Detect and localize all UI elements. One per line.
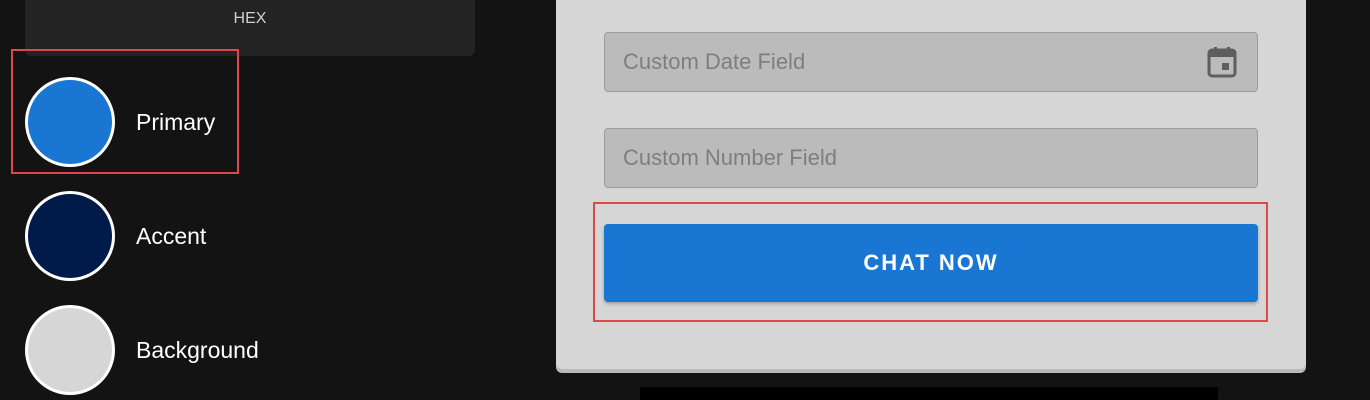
accent-color-swatch[interactable] xyxy=(25,191,115,281)
background-color-label: Background xyxy=(136,336,259,363)
hex-tab[interactable]: HEX xyxy=(25,0,475,56)
primary-highlight-box xyxy=(11,49,239,174)
custom-date-input[interactable] xyxy=(605,33,1257,91)
hex-label: HEX xyxy=(233,10,267,27)
swatch-row-background[interactable]: Background xyxy=(25,302,259,398)
swatch-row-accent[interactable]: Accent xyxy=(25,188,206,284)
accent-color-label: Accent xyxy=(136,222,207,249)
chat-now-button[interactable]: CHAT NOW xyxy=(604,224,1258,302)
custom-date-field[interactable] xyxy=(604,32,1258,92)
custom-number-input[interactable] xyxy=(605,129,1257,187)
background-color-swatch[interactable] xyxy=(25,305,115,395)
calendar-icon[interactable] xyxy=(1207,46,1237,78)
custom-number-field[interactable] xyxy=(604,128,1258,188)
bottom-bar xyxy=(640,387,1218,400)
theme-editor-screen: HEX Primary Accent Background CHAT NO xyxy=(0,0,1370,400)
